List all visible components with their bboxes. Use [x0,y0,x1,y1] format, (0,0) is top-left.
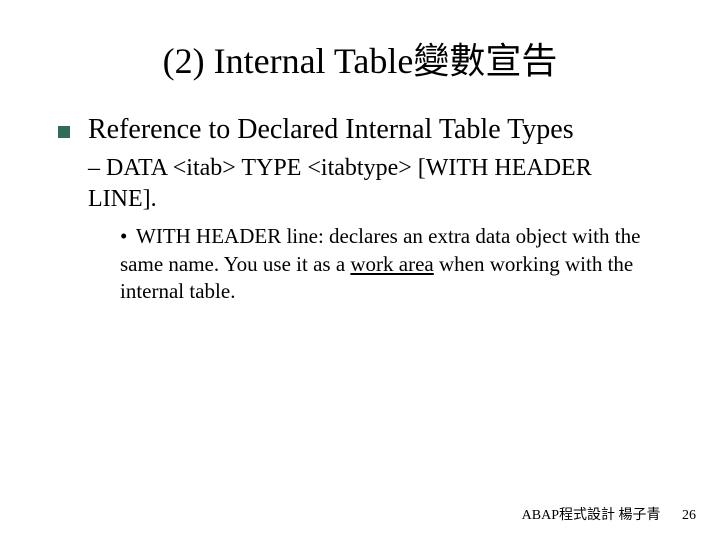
slide-title: (2) Internal Table變數宣告 [0,0,720,94]
slide-body: Reference to Declared Internal Table Typ… [0,94,720,305]
square-bullet-icon [58,126,70,138]
footer: ABAP程式設計 楊子青 26 [522,504,696,524]
bullet-level3: • WITH HEADER line: declares an extra da… [120,223,662,305]
footer-text: ABAP程式設計 楊子青 [522,508,661,523]
sub-underlined: work area [350,252,433,276]
slide: (2) Internal Table變數宣告 Reference to Decl… [0,0,720,540]
syntax-text: DATA <itab> TYPE <itabtype> [WITH HEADER… [88,155,592,212]
dot-bullet-icon: • [120,223,136,250]
bullet-level1: Reference to Declared Internal Table Typ… [58,112,662,147]
dash-bullet-icon: – [88,153,106,184]
bullet-level2: – DATA <itab> TYPE <itabtype> [WITH HEAD… [88,153,662,215]
page-number: 26 [682,508,696,524]
bullet1-text: Reference to Declared Internal Table Typ… [88,112,574,147]
